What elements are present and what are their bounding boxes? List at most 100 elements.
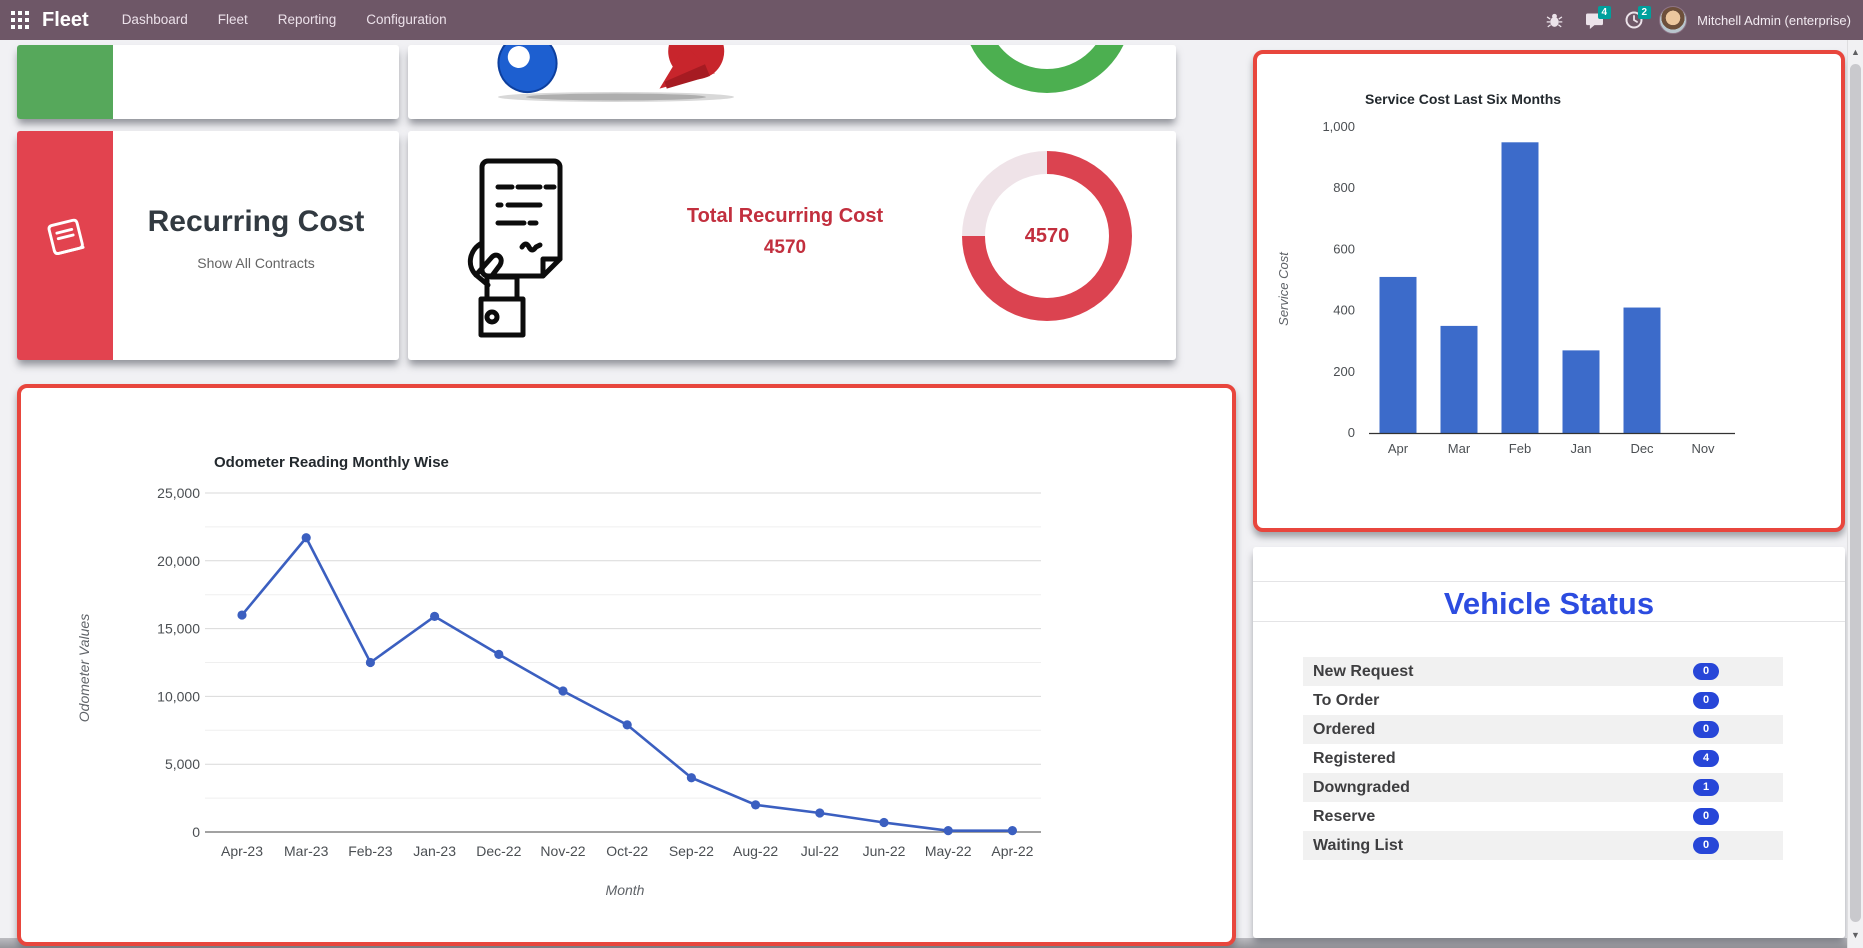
data-point [686, 773, 697, 783]
x-tick-label: Jan [1571, 441, 1592, 456]
divider [1253, 621, 1845, 622]
menu-item-dashboard[interactable]: Dashboard [107, 0, 203, 40]
service-cost-bar-chart: Service Cost Last Six Months Service Cos… [1276, 91, 1735, 456]
user-avatar[interactable] [1659, 6, 1688, 34]
status-badge: 0 [1693, 808, 1719, 825]
x-tick-label: Feb [1509, 441, 1531, 456]
top-navbar: Fleet Dashboard Fleet Reporting Configurati… [0, 0, 1863, 40]
data-point [622, 720, 632, 730]
service-cost-chart-card[interactable]: Service Cost Last Six Months Service Cos… [1253, 50, 1845, 532]
debug-icon[interactable] [1539, 6, 1569, 34]
status-row-to-order[interactable]: To Order 0 [1303, 686, 1783, 715]
total-recurring-cost-card[interactable]: Total Recurring Cost 4570 4570 [408, 131, 1176, 360]
scroll-down-arrow[interactable]: ▼ [1848, 930, 1863, 940]
activities-icon[interactable]: 2 [1619, 6, 1652, 34]
status-label: Downgraded [1313, 778, 1410, 796]
status-label: New Request [1313, 662, 1414, 680]
y-tick-label: 0 [1348, 425, 1355, 440]
y-tick-label: 1,000 [1322, 119, 1355, 134]
card-color-band [17, 131, 113, 360]
y-tick-label: 5,000 [165, 756, 200, 772]
x-tick-label: Dec-22 [476, 843, 521, 859]
menu-item-fleet[interactable]: Fleet [203, 0, 263, 40]
y-tick-label: 0 [192, 824, 200, 840]
status-badge: 0 [1693, 663, 1719, 680]
scroll-up-arrow[interactable]: ▲ [1848, 47, 1863, 57]
x-tick-label: Apr [1388, 441, 1409, 456]
data-point [943, 826, 953, 836]
x-tick-label: Apr-23 [221, 843, 263, 859]
card-color-band [17, 45, 113, 119]
scrollbar-thumb[interactable] [1850, 64, 1861, 922]
data-point [494, 649, 504, 659]
y-tick-label: 10,000 [157, 688, 200, 704]
y-tick-label: 15,000 [157, 621, 200, 637]
x-tick-label: Jul-22 [801, 843, 839, 859]
menu-item-configuration[interactable]: Configuration [351, 0, 461, 40]
kanban-card-partial-center[interactable] [408, 45, 1176, 119]
status-row-waiting-list[interactable]: Waiting List 0 [1303, 831, 1783, 860]
systray: 4 2 Mitchell Admin (enterprise) [1539, 6, 1863, 34]
messages-icon[interactable]: 4 [1579, 6, 1612, 34]
status-label: Reserve [1313, 807, 1376, 825]
status-row-new-request[interactable]: New Request 0 [1303, 657, 1783, 686]
app-menu: Dashboard Fleet Reporting Configuration [107, 0, 462, 40]
data-point [879, 817, 889, 828]
status-row-ordered[interactable]: Ordered 0 [1303, 715, 1783, 744]
messages-count-badge: 4 [1597, 6, 1612, 19]
app-name[interactable]: Fleet [42, 9, 89, 32]
status-label: Waiting List [1313, 836, 1404, 854]
kanban-card-partial-left[interactable] [17, 45, 399, 119]
vehicle-status-card: Vehicle Status New Request 0 To Order 0 Orde… [1253, 547, 1845, 938]
divider [1253, 581, 1845, 582]
y-tick-label: 600 [1333, 241, 1355, 256]
data-point [751, 800, 761, 810]
x-tick-label: Mar-23 [284, 843, 329, 859]
x-tick-label: Oct-22 [606, 843, 648, 859]
donut-center-label: 4570 [1024, 224, 1070, 247]
apps-grid-icon[interactable] [11, 11, 29, 29]
x-tick-label: Mar [1448, 441, 1471, 456]
vehicle-status-title: Vehicle Status [1443, 586, 1655, 621]
status-label: To Order [1313, 691, 1380, 709]
data-point [815, 808, 825, 818]
odometer-chart-card[interactable]: Odometer Reading Monthly Wise Odometer V… [17, 384, 1236, 946]
green-donut-partial [962, 45, 1132, 93]
y-tick-label: 25,000 [157, 485, 200, 501]
x-axis-label: Month [606, 882, 645, 898]
status-badge: 0 [1693, 837, 1719, 854]
y-tick-label: 20,000 [157, 553, 200, 569]
status-badge: 0 [1693, 721, 1719, 738]
x-tick-label: May-22 [925, 843, 972, 859]
y-tick-label: 800 [1333, 180, 1355, 195]
x-tick-label: Sep-22 [669, 843, 714, 859]
data-point [558, 686, 568, 696]
x-tick-label: Nov-22 [540, 843, 585, 859]
vertical-scrollbar[interactable]: ▲ ▼ [1847, 40, 1863, 948]
bug-icon [1546, 13, 1562, 27]
card-title: Recurring Cost [147, 205, 365, 238]
status-row-reserve[interactable]: Reserve 0 [1303, 802, 1783, 831]
total-recurring-cost-label: Total Recurring Cost [686, 205, 884, 227]
x-tick-label: Jun-22 [863, 843, 906, 859]
status-row-downgraded[interactable]: Downgraded 1 [1303, 773, 1783, 802]
data-point [301, 533, 311, 543]
odometer-series-line [240, 535, 1013, 832]
x-tick-label: Feb-23 [348, 843, 393, 859]
menu-item-reporting[interactable]: Reporting [263, 0, 352, 40]
contract-in-hand-icon [467, 158, 563, 338]
show-all-contracts-link[interactable]: Show All Contracts [113, 255, 399, 271]
activities-count-badge: 2 [1637, 6, 1652, 19]
status-row-registered[interactable]: Registered 4 [1303, 744, 1783, 773]
y-tick-label: 400 [1333, 303, 1355, 318]
bar [1501, 142, 1539, 434]
bar [1440, 325, 1478, 433]
total-recurring-cost-value: 4570 [763, 237, 807, 258]
user-menu[interactable]: Mitchell Admin (enterprise) [1697, 13, 1851, 28]
data-point [1007, 826, 1018, 836]
x-tick-label: Jan-23 [413, 843, 456, 859]
recurring-cost-donut-chart: 4570 [962, 151, 1132, 321]
book-icon [47, 218, 85, 255]
location-pins-image [497, 45, 734, 102]
recurring-cost-card[interactable]: Recurring Cost Show All Contracts [17, 131, 399, 360]
